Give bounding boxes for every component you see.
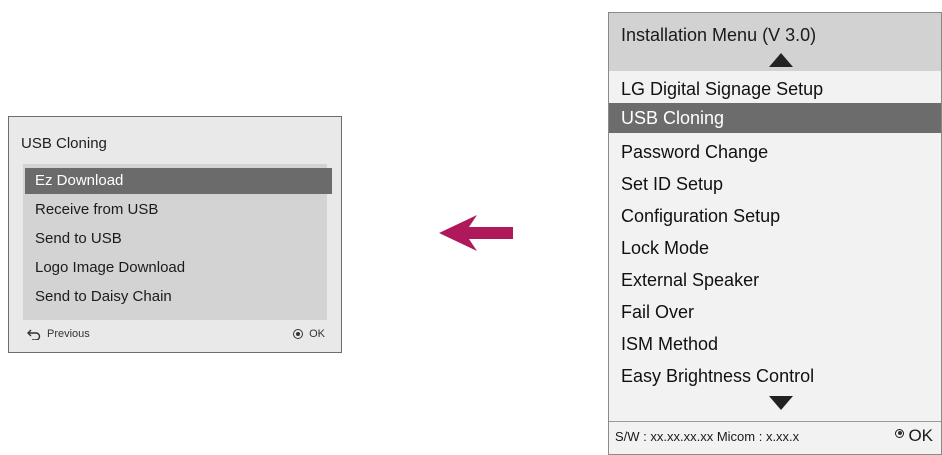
menu-item-external-speaker[interactable]: External Speaker bbox=[609, 265, 941, 295]
ok-circle-icon bbox=[895, 428, 905, 438]
ok-button[interactable]: OK bbox=[293, 321, 325, 347]
menu-item-usb-cloning[interactable]: USB Cloning bbox=[609, 103, 941, 133]
menu-item-receive-from-usb[interactable]: Receive from USB bbox=[25, 197, 332, 223]
menu-item-configuration-setup[interactable]: Configuration Setup bbox=[609, 201, 941, 231]
previous-button[interactable]: Previous bbox=[27, 321, 90, 347]
dialog-title: USB Cloning bbox=[21, 135, 107, 152]
menu-item-send-to-usb[interactable]: Send to USB bbox=[25, 226, 332, 252]
usb-cloning-menu: Ez Download Receive from USB Send to USB… bbox=[23, 164, 332, 320]
scroll-up-icon[interactable] bbox=[769, 53, 793, 67]
version-status: S/W : xx.xx.xx.xx Micom : x.xx.x bbox=[615, 429, 800, 444]
ok-circle-icon bbox=[293, 329, 304, 339]
menu-item-logo-image-download[interactable]: Logo Image Download bbox=[25, 255, 332, 281]
menu-item-ism-method[interactable]: ISM Method bbox=[609, 329, 941, 359]
return-arrow-icon bbox=[27, 329, 41, 340]
scroll-down-icon[interactable] bbox=[769, 396, 793, 410]
arrow-left-icon bbox=[439, 215, 513, 251]
menu-title: Installation Menu (V 3.0) bbox=[621, 25, 817, 45]
menu-item-easy-brightness-control[interactable]: Easy Brightness Control bbox=[609, 361, 941, 391]
menu-item-lock-mode[interactable]: Lock Mode bbox=[609, 233, 941, 263]
menu-item-fail-over[interactable]: Fail Over bbox=[609, 297, 941, 327]
menu-item-send-to-daisy-chain[interactable]: Send to Daisy Chain bbox=[25, 284, 332, 310]
footer-divider bbox=[609, 421, 941, 422]
menu-item-lg-digital-signage-setup[interactable]: LG Digital Signage Setup bbox=[609, 74, 941, 104]
installation-menu: Installation Menu (V 3.0) LG Digital Sig… bbox=[608, 12, 942, 455]
dialog-footer: Previous OK bbox=[23, 321, 327, 347]
menu-item-set-id-setup[interactable]: Set ID Setup bbox=[609, 169, 941, 199]
usb-cloning-dialog: USB Cloning Ez Download Receive from USB… bbox=[8, 116, 342, 353]
ok-label: OK bbox=[309, 328, 325, 340]
menu-item-ez-download[interactable]: Ez Download bbox=[25, 168, 332, 194]
previous-label: Previous bbox=[47, 328, 90, 340]
ok-label: OK bbox=[908, 426, 933, 445]
menu-item-password-change[interactable]: Password Change bbox=[609, 137, 941, 167]
ok-button[interactable]: OK bbox=[895, 426, 933, 446]
